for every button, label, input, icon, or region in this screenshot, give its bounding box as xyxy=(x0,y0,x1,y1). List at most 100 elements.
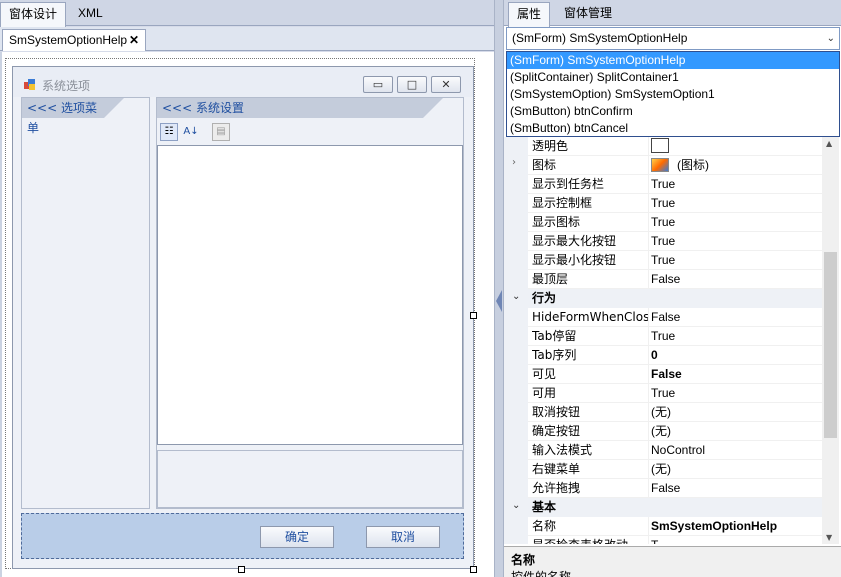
property-value[interactable]: 0 xyxy=(651,346,821,365)
property-value[interactable]: (无) xyxy=(651,460,821,479)
resize-handle-right[interactable] xyxy=(470,312,477,319)
dropdown-item[interactable]: (SmButton) btnConfirm xyxy=(507,103,839,120)
system-settings-panel[interactable]: <<< 系统设置 ☷ A↓ ▤ xyxy=(156,97,464,509)
property-category[interactable]: ⌄ 基本 xyxy=(504,498,822,517)
row-gutter xyxy=(504,232,528,251)
property-name: Tab序列 xyxy=(532,346,649,365)
collapse-icon[interactable]: ⌄ xyxy=(512,291,520,302)
property-value[interactable]: True xyxy=(651,384,821,403)
row-gutter xyxy=(504,403,528,422)
property-row[interactable]: 确定按钮 (无) xyxy=(504,422,822,441)
property-row[interactable]: 右键菜单 (无) xyxy=(504,460,822,479)
property-value[interactable]: True xyxy=(651,232,821,251)
maximize-icon[interactable]: □ xyxy=(397,76,427,93)
object-selector-dropdown[interactable]: (SmForm) SmSystemOptionHelp (SplitContain… xyxy=(506,51,840,137)
minimize-icon[interactable]: ▭ xyxy=(363,76,393,93)
property-name: HideFormWhenClos xyxy=(532,308,649,327)
tab-xml[interactable]: XML xyxy=(70,2,111,26)
property-row[interactable]: 显示最大化按钮 True xyxy=(504,232,822,251)
designer-form[interactable]: 系统选项 ▭ □ ✕ <<< 选项菜单 <<< 系统设置 ☷ A↓ ▤ 确定 取… xyxy=(12,66,474,569)
property-name: 显示最小化按钮 xyxy=(532,251,649,270)
form-titlebar[interactable]: 系统选项 ▭ □ ✕ xyxy=(13,67,473,97)
confirm-button[interactable]: 确定 xyxy=(260,526,334,548)
property-name: 取消按钮 xyxy=(532,403,649,422)
property-value[interactable]: False xyxy=(651,270,821,289)
property-row[interactable]: 透明色 xyxy=(504,137,822,156)
property-row[interactable]: 显示控制框 True xyxy=(504,194,822,213)
sort-alpha-icon[interactable]: A↓ xyxy=(182,123,200,141)
property-row[interactable]: 显示图标 True xyxy=(504,213,822,232)
scroll-thumb[interactable] xyxy=(824,252,837,438)
expand-icon[interactable]: › xyxy=(512,157,516,168)
property-row[interactable]: 输入法模式 NoControl xyxy=(504,441,822,460)
tab-properties[interactable]: 属性 xyxy=(508,2,551,27)
property-row[interactable]: › 图标 (图标) xyxy=(504,156,822,175)
row-gutter xyxy=(504,137,528,156)
property-row[interactable]: 可见 False xyxy=(504,365,822,384)
property-row[interactable]: 是否检查表格改动T xyxy=(504,536,822,544)
property-grid-scrollbar[interactable]: ▲ ▼ xyxy=(822,137,839,544)
property-row[interactable]: 可用 True xyxy=(504,384,822,403)
property-value[interactable]: True xyxy=(651,327,821,346)
property-value[interactable]: (无) xyxy=(651,403,821,422)
property-grid[interactable]: 透明色 › 图标 (图标) 显示到任务栏 True 显示控制框 True 显示图标 True 显示最… xyxy=(504,137,822,544)
property-value[interactable]: (无) xyxy=(651,422,821,441)
row-gutter xyxy=(504,213,528,232)
property-row[interactable]: 名称 SmSystemOptionHelp xyxy=(504,517,822,536)
dropdown-item[interactable]: (SmButton) btnCancel xyxy=(507,120,839,137)
property-value[interactable]: False xyxy=(651,479,821,498)
color-swatch[interactable] xyxy=(651,138,669,153)
object-selector[interactable]: (SmForm) SmSystemOptionHelp ⌄ xyxy=(506,27,840,50)
property-help: 名称 控件的名称 xyxy=(504,546,841,577)
collapse-arrow-icon[interactable] xyxy=(496,290,502,312)
resize-handle-bottom[interactable] xyxy=(238,566,245,573)
property-name: 可用 xyxy=(532,384,649,403)
property-row[interactable]: 允许拖拽 False xyxy=(504,479,822,498)
cancel-button[interactable]: 取消 xyxy=(366,526,440,548)
row-gutter xyxy=(504,251,528,270)
properties-pane: 属性 窗体管理 (SmForm) SmSystemOptionHelp ⌄ (S… xyxy=(504,0,841,577)
categorized-icon[interactable]: ☷ xyxy=(160,123,178,141)
property-row[interactable]: 最顶层 False xyxy=(504,270,822,289)
property-value[interactable]: False xyxy=(651,365,821,384)
property-value[interactable]: True xyxy=(651,213,821,232)
property-row[interactable]: 取消按钮 (无) xyxy=(504,403,822,422)
property-value[interactable]: (图标) xyxy=(677,156,822,175)
property-value[interactable]: True xyxy=(651,194,821,213)
property-row[interactable]: 显示到任务栏 True xyxy=(504,175,822,194)
tab-form-manage[interactable]: 窗体管理 xyxy=(556,2,620,26)
dropdown-item[interactable]: (SmForm) SmSystemOptionHelp xyxy=(507,52,839,69)
settings-grid[interactable] xyxy=(157,145,463,445)
property-row[interactable]: HideFormWhenClos False xyxy=(504,308,822,327)
property-pages-icon[interactable]: ▤ xyxy=(212,123,230,141)
property-row[interactable]: Tab停留 True xyxy=(504,327,822,346)
row-gutter xyxy=(504,460,528,479)
property-value[interactable]: True xyxy=(651,175,821,194)
options-menu-panel[interactable]: <<< 选项菜单 xyxy=(21,97,150,509)
property-row[interactable]: Tab序列 0 xyxy=(504,346,822,365)
property-value[interactable]: NoControl xyxy=(651,441,821,460)
dropdown-item[interactable]: (SmSystemOption) SmSystemOption1 xyxy=(507,86,839,103)
dropdown-item[interactable]: (SplitContainer) SplitContainer1 xyxy=(507,69,839,86)
pane-splitter[interactable] xyxy=(494,0,504,577)
property-value[interactable]: T xyxy=(651,536,821,544)
property-name: 透明色 xyxy=(532,137,649,156)
property-name: 显示图标 xyxy=(532,213,649,232)
button-bar[interactable]: 确定 取消 xyxy=(21,513,464,559)
collapse-icon[interactable]: ⌄ xyxy=(512,500,520,511)
document-tab[interactable]: SmSystemOptionHelp ✕ xyxy=(2,29,146,51)
close-icon[interactable]: ✕ xyxy=(129,30,139,50)
property-value[interactable]: False xyxy=(651,308,821,327)
form-close-icon[interactable]: ✕ xyxy=(431,76,461,93)
property-value[interactable]: True xyxy=(651,251,821,270)
property-row[interactable]: 显示最小化按钮 True xyxy=(504,251,822,270)
scroll-down-icon[interactable]: ▼ xyxy=(826,533,832,542)
scroll-up-icon[interactable]: ▲ xyxy=(826,139,832,148)
resize-handle-corner[interactable] xyxy=(470,566,477,573)
tab-form-design[interactable]: 窗体设计 xyxy=(0,2,67,27)
chevron-down-icon[interactable]: ⌄ xyxy=(827,28,835,49)
property-category[interactable]: ⌄ 行为 xyxy=(504,289,822,308)
property-value[interactable]: SmSystemOptionHelp xyxy=(651,517,821,536)
property-name: Tab停留 xyxy=(532,327,649,346)
property-name: 最顶层 xyxy=(532,270,649,289)
